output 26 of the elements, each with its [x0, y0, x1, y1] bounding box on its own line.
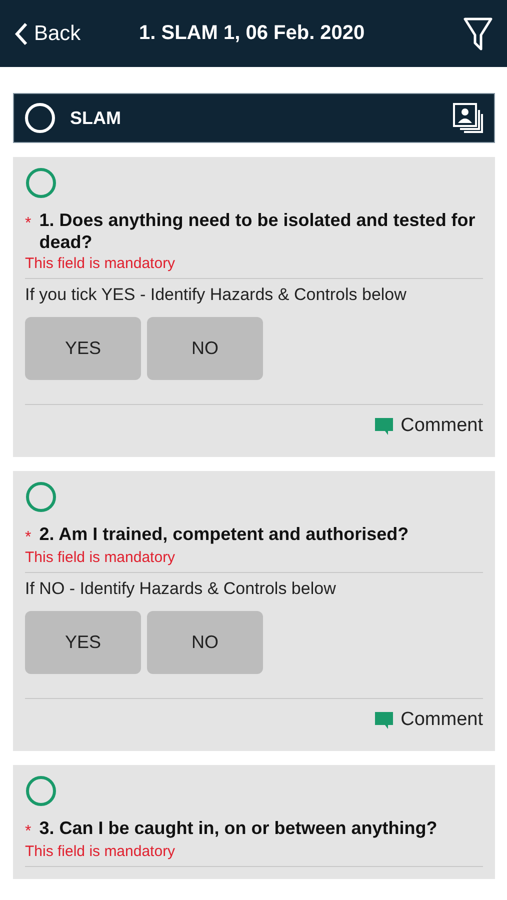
answer-button[interactable]: NO: [147, 611, 263, 674]
required-asterisk: *: [25, 823, 32, 841]
question-text: 1. Does anything need to be isolated and tested for dead?: [39, 209, 476, 253]
filter-icon[interactable]: [463, 16, 493, 50]
answer-button[interactable]: NO: [147, 317, 263, 380]
back-label[interactable]: Back: [34, 22, 81, 46]
comment-button[interactable]: Comment: [374, 415, 483, 437]
error-message: This field is mandatory: [25, 255, 176, 272]
comment-button[interactable]: Comment: [374, 709, 483, 731]
error-message: This field is mandatory: [25, 843, 176, 860]
speech-bubble-icon: [374, 418, 393, 434]
answer-button[interactable]: YES: [25, 317, 141, 380]
hint-text: If NO - Identify Hazards & Controls below: [25, 579, 337, 599]
required-asterisk: *: [25, 529, 32, 547]
screen-title: 1. SLAM 1, 06 Feb. 2020: [138, 22, 366, 45]
required-asterisk: *: [25, 215, 32, 233]
error-message: This field is mandatory: [25, 549, 176, 566]
photo-gallery-icon[interactable]: [452, 102, 484, 134]
answer-button[interactable]: YES: [25, 611, 141, 674]
back-button[interactable]: Back: [14, 22, 81, 46]
question-text: 2. Am I trained, competent and authorised?: [39, 523, 409, 545]
section-title: SLAM: [70, 108, 122, 128]
speech-bubble-icon: [374, 712, 393, 728]
chevron-left-icon: [14, 22, 28, 46]
hint-text: If you tick YES - Identify Hazards & Controls below: [25, 285, 408, 305]
question-text: 3. Can I be caught in, on or between anything?: [39, 817, 438, 839]
